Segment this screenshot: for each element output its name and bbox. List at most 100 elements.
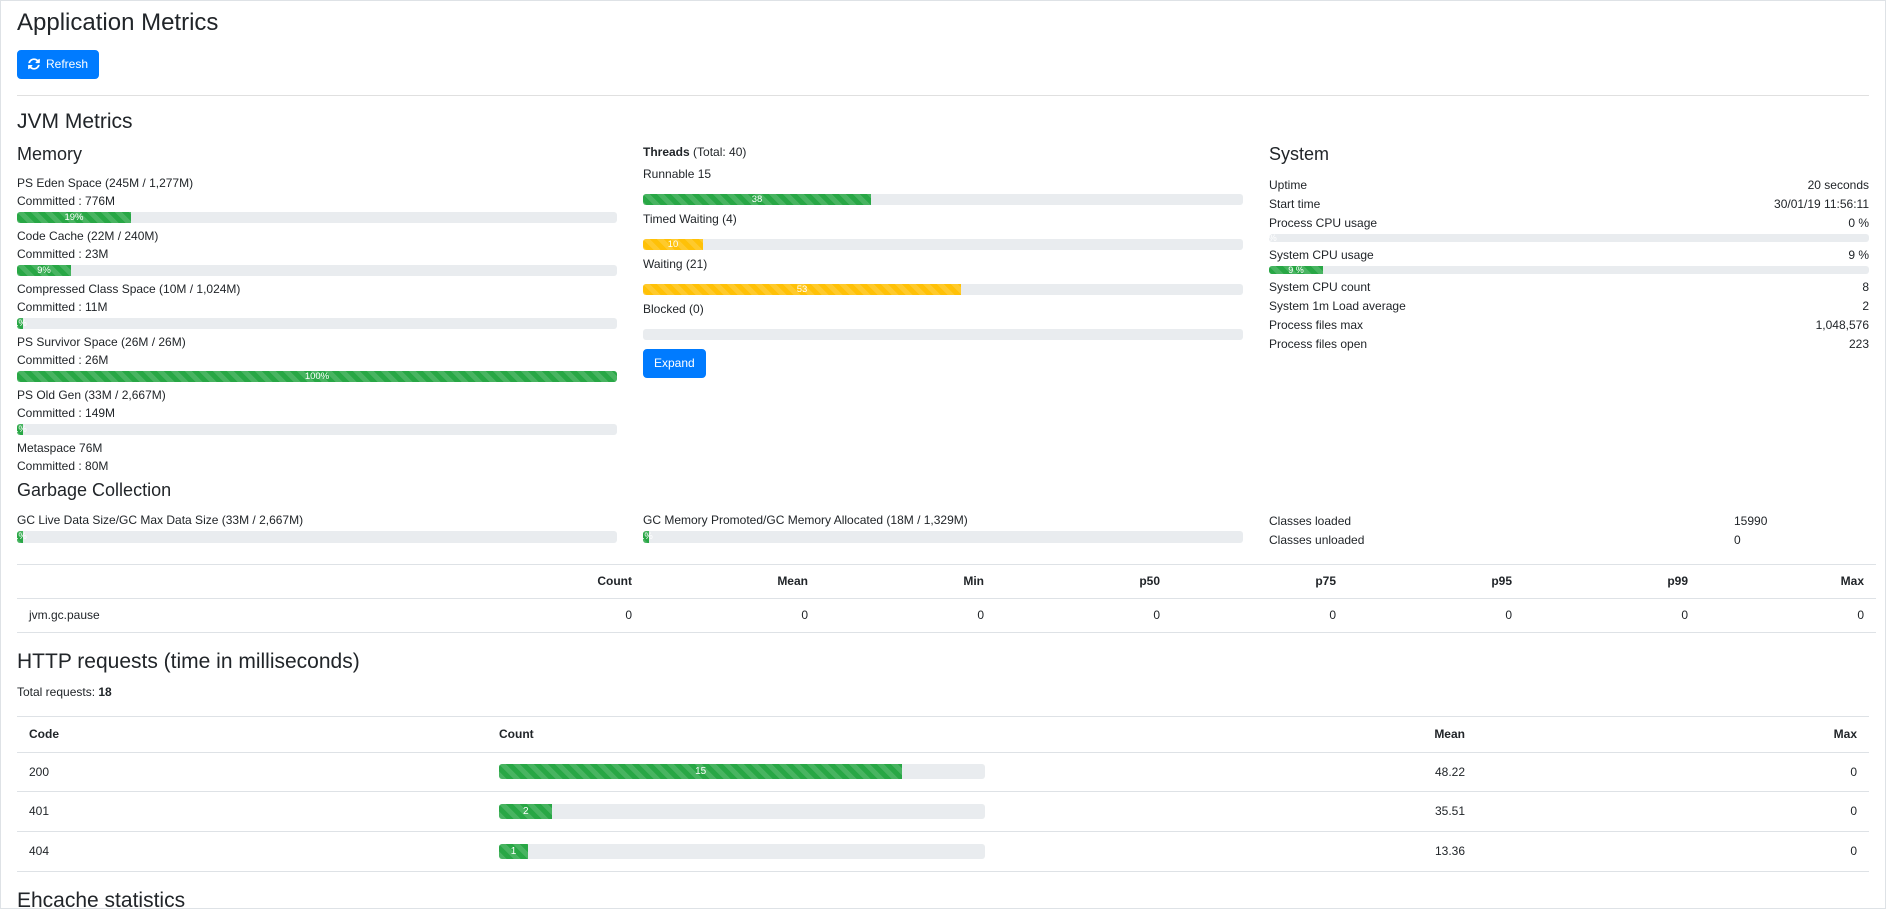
classes-value: 15990 <box>1719 513 1869 529</box>
http-count-cell: 1 <box>487 832 997 872</box>
gc-title: Garbage Collection <box>17 480 1869 502</box>
http-max: 0 <box>1477 792 1869 832</box>
progress-bar-fill: 38 <box>643 194 871 205</box>
system-row: Start time 30/01/19 11:56:11 <box>1269 194 1869 213</box>
memory-pool-label: PS Eden Space (245M / 1,277M) <box>17 175 617 191</box>
http-col-mean: Mean <box>997 716 1477 752</box>
system-row: System 1m Load average 2 <box>1269 296 1869 315</box>
table-row: 401 2 35.51 0 <box>17 792 1869 832</box>
http-mean: 13.36 <box>997 832 1477 872</box>
system-row-value: 9 % <box>1848 247 1869 263</box>
system-row-value: 1,048,576 <box>1816 317 1869 333</box>
memory-pool: PS Survivor Space (26M / 26M) Committed … <box>17 334 617 382</box>
page-title: Application Metrics <box>17 9 1869 38</box>
progress-bar-fill: 2 <box>499 804 552 819</box>
gc-progress: 1% <box>643 531 1243 543</box>
gc-col-p50: p50 <box>996 564 1172 598</box>
classes-row: Classes loaded 15990 <box>1269 512 1869 531</box>
memory-pool-label: Compressed Class Space (10M / 1,024M) <box>17 281 617 297</box>
memory-pool-label: PS Survivor Space (26M / 26M) <box>17 334 617 350</box>
divider <box>17 95 1869 96</box>
system-row-value: 30/01/19 11:56:11 <box>1774 196 1869 212</box>
classes-value: 0 <box>1719 532 1869 548</box>
gc-metric-p99: 0 <box>1524 598 1700 632</box>
memory-title: Memory <box>17 144 617 166</box>
system-row-label: System 1m Load average <box>1269 298 1406 314</box>
http-mean: 48.22 <box>997 752 1477 792</box>
memory-progress: 100% <box>17 371 617 382</box>
http-code: 200 <box>17 752 487 792</box>
expand-button-label: Expand <box>654 355 695 372</box>
progress-bar-fill: 9 % <box>1269 266 1323 274</box>
gc-metric-mean: 0 <box>644 598 820 632</box>
http-count-cell: 2 <box>487 792 997 832</box>
system-section: System Uptime 20 seconds Start time 30/0… <box>1269 144 1869 475</box>
system-row-label: System CPU usage <box>1269 247 1374 263</box>
progress-bar-fill: 10 <box>643 239 703 250</box>
gc-col-p75: p75 <box>1172 564 1348 598</box>
thread-state-label: Timed Waiting (4) <box>643 211 1243 227</box>
gc-metric-min: 0 <box>820 598 996 632</box>
ehcache-title: Ehcache statistics <box>17 888 1869 909</box>
progress-bar-fill: 9% <box>17 265 71 276</box>
system-title: System <box>1269 144 1869 166</box>
gc-col-min: Min <box>820 564 996 598</box>
progress-bar-fill: 1% <box>17 318 23 329</box>
gc-col-count: Count <box>468 564 644 598</box>
memory-pool: Metaspace 76M Committed : 80M <box>17 440 617 474</box>
system-row: System CPU usage 9 % <box>1269 245 1869 264</box>
thread-progress: 10 <box>643 239 1243 250</box>
http-col-max: Max <box>1477 716 1869 752</box>
gc-col-p95: p95 <box>1348 564 1524 598</box>
gc-progress: 1% <box>17 531 617 543</box>
http-col-count: Count <box>487 716 997 752</box>
system-progress: 9 % <box>1269 266 1869 274</box>
system-row-value: 20 seconds <box>1808 177 1869 193</box>
gc-metric-p75: 0 <box>1172 598 1348 632</box>
table-row: 404 1 13.36 0 <box>17 832 1869 872</box>
http-total-label: Total requests: <box>17 685 98 699</box>
memory-progress: 9% <box>17 265 617 276</box>
progress-bar-fill: 1 <box>499 844 528 859</box>
gc-table-header-row: Count Mean Min p50 p75 p95 p99 Max <box>17 564 1876 598</box>
memory-pool-label: Code Cache (22M / 240M) <box>17 228 617 244</box>
table-row: 200 15 48.22 0 <box>17 752 1869 792</box>
memory-pool: PS Old Gen (33M / 2,667M) Committed : 14… <box>17 387 617 435</box>
memory-pool: PS Eden Space (245M / 1,277M) Committed … <box>17 175 617 223</box>
progress-bar-fill: 1% <box>17 424 23 435</box>
refresh-button[interactable]: Refresh <box>17 50 99 79</box>
system-row: Uptime 20 seconds <box>1269 175 1869 194</box>
gc-bar-label: GC Live Data Size/GC Max Data Size (33M … <box>17 512 617 528</box>
thread-state-label: Runnable 15 <box>643 166 1243 182</box>
http-table-header-row: Code Count Mean Max <box>17 716 1869 752</box>
system-row-label: Uptime <box>1269 177 1307 193</box>
threads-section: Threads (Total: 40) Runnable 15 38 Timed… <box>643 144 1243 475</box>
jvm-metrics-title: JVM Metrics <box>17 109 1869 134</box>
thread-progress: 53 <box>643 284 1243 295</box>
http-count-progress: 15 <box>499 764 985 779</box>
progress-bar-fill: 1% <box>17 531 23 543</box>
system-row-label: System CPU count <box>1269 279 1370 295</box>
progress-bar-fill: 100% <box>17 371 617 382</box>
thread-progress <box>643 329 1243 340</box>
system-row-label: Start time <box>1269 196 1320 212</box>
http-title: HTTP requests (time in milliseconds) <box>17 649 1869 674</box>
memory-pool-label: Metaspace 76M <box>17 440 617 456</box>
http-max: 0 <box>1477 832 1869 872</box>
expand-button[interactable]: Expand <box>643 349 706 378</box>
system-row-value: 223 <box>1849 336 1869 352</box>
memory-progress: 19% <box>17 212 617 223</box>
gc-col-name <box>17 564 468 598</box>
metrics-page: Application Metrics Refresh JVM Metrics … <box>0 0 1886 909</box>
gc-live-data-section: GC Live Data Size/GC Max Data Size (33M … <box>17 512 617 550</box>
thread-state-label: Waiting (21) <box>643 256 1243 272</box>
table-row: jvm.gc.pause 0 0 0 0 0 0 0 0 <box>17 598 1876 632</box>
system-row-value: 0 % <box>1848 215 1869 231</box>
memory-pool: Code Cache (22M / 240M) Committed : 23M … <box>17 228 617 276</box>
memory-pool-committed: Committed : 26M <box>17 352 617 368</box>
system-row: Process files open 223 <box>1269 334 1869 353</box>
gc-classes-section: Classes loaded 15990 Classes unloaded 0 <box>1269 512 1869 550</box>
system-progress: 0 % <box>1269 234 1869 242</box>
system-row: Process files max 1,048,576 <box>1269 315 1869 334</box>
gc-metric-count: 0 <box>468 598 644 632</box>
